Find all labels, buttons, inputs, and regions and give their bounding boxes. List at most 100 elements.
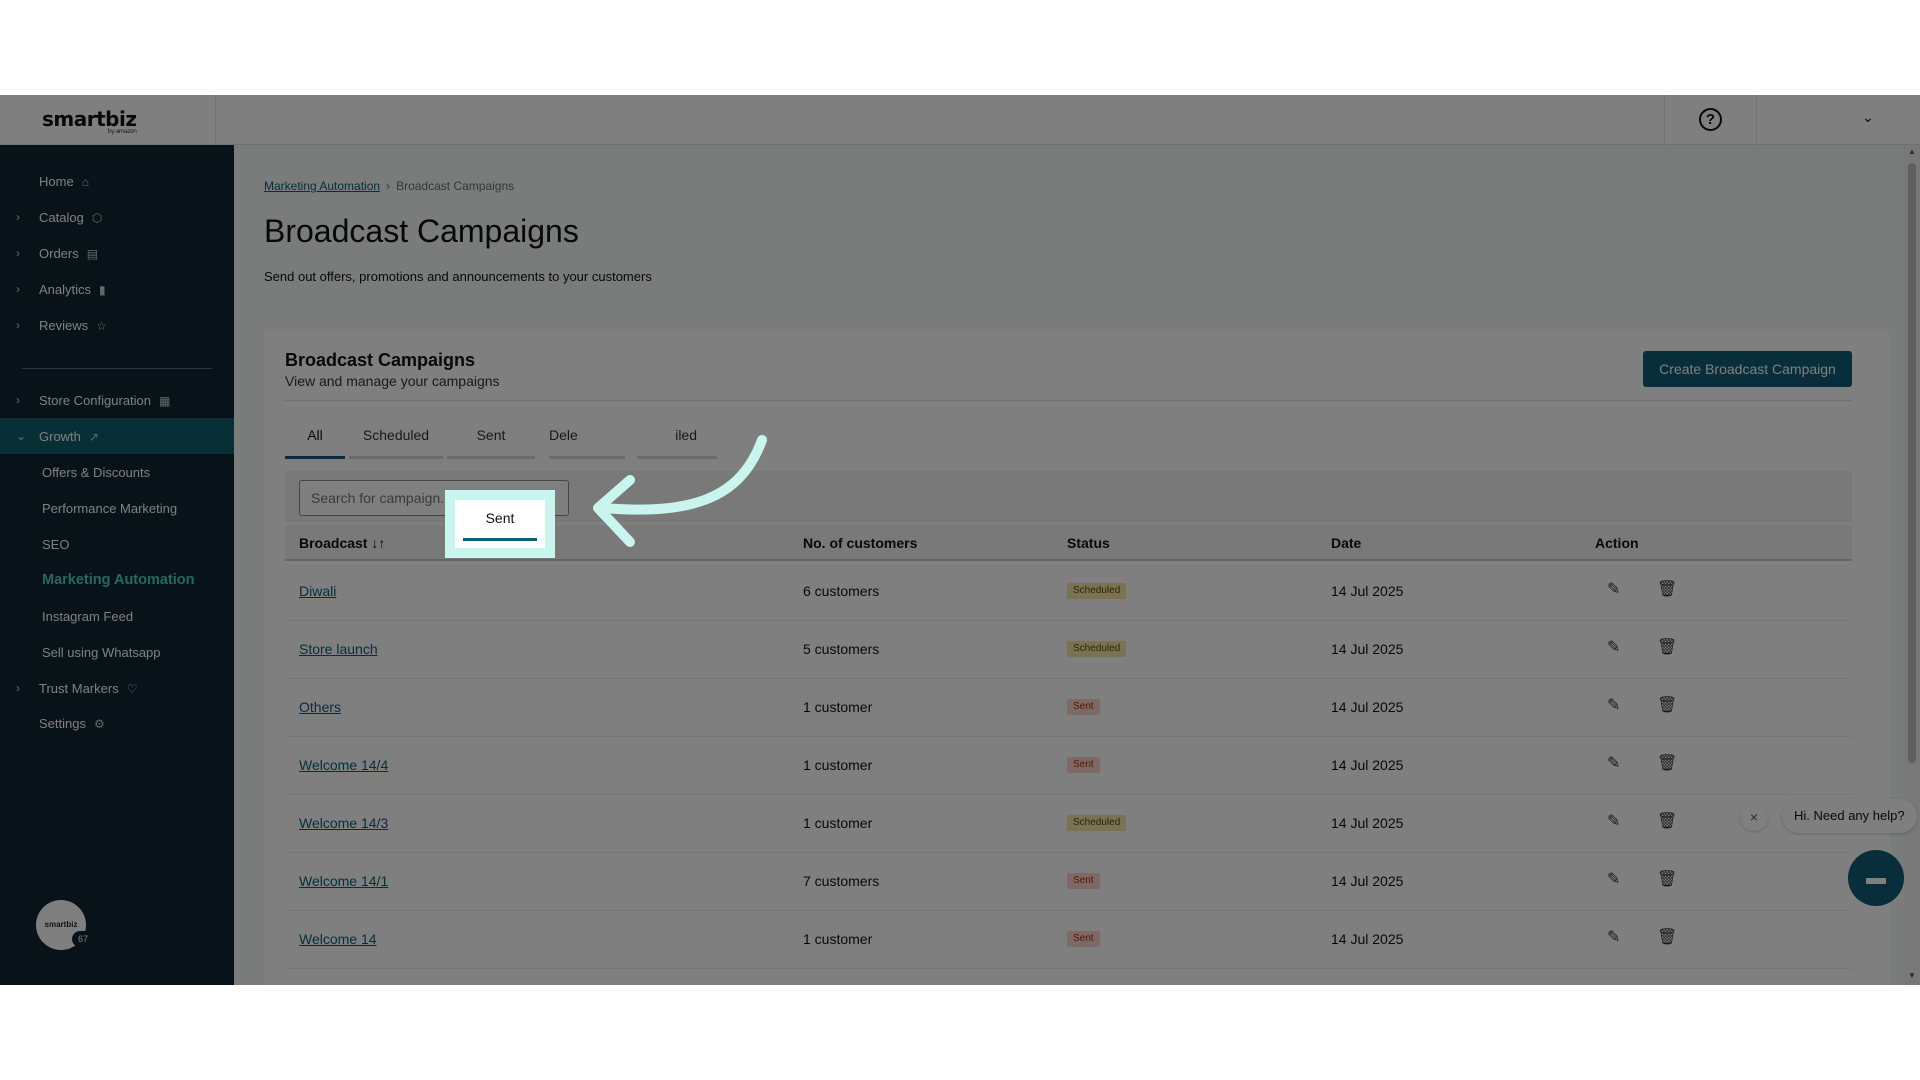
tab-sent-underline: [463, 538, 537, 541]
sidebar-item-trust-markers[interactable]: › Trust Markers ♡: [0, 670, 234, 706]
broadcast-name-link[interactable]: Welcome 14/1: [299, 873, 388, 889]
edit-pencil-icon[interactable]: ✎: [1607, 695, 1620, 715]
tab-sent-underlay[interactable]: Sent: [447, 423, 535, 459]
edit-pencil-icon[interactable]: ✎: [1607, 927, 1620, 947]
campaign-date: 14 Jul 2025: [1331, 815, 1404, 831]
breadcrumb-separator: ›: [386, 179, 391, 193]
sidebar-item-store-configuration[interactable]: › Store Configuration ▦: [0, 382, 234, 418]
delete-trash-icon[interactable]: 🗑: [1657, 811, 1677, 831]
trend-up-icon: ↗: [88, 429, 99, 444]
table-row: Welcome 14/1 7 customers Sent 14 Jul 2025 ✎ 🗑: [285, 853, 1852, 911]
column-header-status: Status: [1067, 535, 1110, 551]
campaign-date: 14 Jul 2025: [1331, 641, 1404, 657]
breadcrumb: Marketing Automation › Broadcast Campaigns: [264, 179, 514, 193]
edit-pencil-icon[interactable]: ✎: [1607, 869, 1620, 889]
sidebar-item-label: Trust Markers: [39, 680, 119, 696]
broadcast-name-link[interactable]: Others: [299, 699, 341, 715]
status-badge: Sent: [1067, 931, 1100, 947]
heart-shield-icon: ♡: [126, 681, 138, 696]
sidebar-subitem-label: Sell using Whatsapp: [42, 644, 161, 660]
delete-trash-icon[interactable]: 🗑: [1657, 869, 1677, 889]
card-title: Broadcast Campaigns: [285, 350, 476, 370]
home-icon: ⌂: [81, 174, 89, 189]
delete-trash-icon[interactable]: 🗑: [1657, 637, 1677, 657]
page-subtitle: Send out offers, promotions and announce…: [264, 269, 652, 284]
chat-close-icon[interactable]: ×: [1740, 803, 1768, 831]
breadcrumb-current: Broadcast Campaigns: [396, 179, 515, 193]
store-icon: ▦: [159, 393, 171, 408]
smartbiz-logo: smartbiz by amazon: [42, 107, 137, 135]
scroll-up-arrow-icon[interactable]: ▲: [1908, 147, 1916, 156]
tab-sent-label: Sent: [485, 510, 515, 526]
sidebar-item-label: Reviews: [39, 317, 89, 333]
broadcast-name-link[interactable]: Welcome 14/4: [299, 757, 388, 773]
chat-prompt-bubble[interactable]: Hi. Need any help?: [1782, 799, 1917, 833]
sidebar-item-analytics[interactable]: › Analytics ▮: [0, 271, 234, 307]
help-button[interactable]: ?: [1664, 95, 1757, 145]
sidebar-subitem-performance-marketing[interactable]: Performance Marketing: [0, 490, 234, 526]
sidebar-item-settings[interactable]: Settings ⚙: [0, 705, 234, 741]
tab-all[interactable]: All: [285, 423, 345, 459]
tab-scheduled[interactable]: Scheduled: [349, 423, 443, 459]
gear-icon: ⚙: [93, 716, 105, 731]
sidebar-subitem-label: SEO: [42, 536, 70, 552]
sidebar-subitem-label: Offers & Discounts: [42, 464, 151, 480]
chevron-right-icon: ›: [16, 393, 20, 407]
sidebar-subitem-seo[interactable]: SEO: [0, 526, 234, 562]
sidebar-item-label: Catalog: [39, 209, 84, 225]
sidebar-item-label: Growth: [39, 428, 81, 444]
edit-pencil-icon[interactable]: ✎: [1607, 579, 1620, 599]
account-menu-chevron-icon[interactable]: ⌄: [1862, 109, 1874, 126]
scroll-down-arrow-icon[interactable]: ▼: [1908, 971, 1916, 980]
sidebar-subitem-label: Performance Marketing: [42, 500, 178, 516]
sidebar-item-orders[interactable]: › Orders ▤: [0, 235, 234, 271]
customer-count: 7 customers: [803, 873, 880, 889]
table-row: Welcome 14/3 1 customer Scheduled 14 Jul 20…: [285, 795, 1852, 853]
delete-trash-icon[interactable]: 🗑: [1657, 695, 1677, 715]
campaign-date: 14 Jul 2025: [1331, 931, 1404, 947]
card-divider: [285, 400, 1852, 401]
customer-count: 1 customer: [803, 931, 873, 947]
sidebar-subitem-marketing-automation[interactable]: Marketing Automation: [0, 562, 234, 598]
delete-trash-icon[interactable]: 🗑: [1657, 753, 1677, 773]
sidebar-item-home[interactable]: Home ⌂: [0, 163, 234, 199]
sidebar-subitem-offers-discounts[interactable]: Offers & Discounts: [0, 454, 234, 490]
delete-trash-icon[interactable]: 🗑: [1657, 927, 1677, 947]
main-content: Marketing Automation › Broadcast Campaigns…: [234, 145, 1920, 985]
vertical-scrollbar[interactable]: ▲ ▼: [1904, 145, 1920, 985]
broadcast-name-link[interactable]: Welcome 14/3: [299, 815, 388, 831]
edit-pencil-icon[interactable]: ✎: [1607, 637, 1620, 657]
sidebar-subitem-sell-using-whatsapp[interactable]: Sell using Whatsapp: [0, 634, 234, 670]
clipboard-icon: ▤: [86, 246, 99, 261]
sidebar-item-label: Analytics: [39, 281, 92, 297]
star-icon: ☆: [96, 318, 107, 333]
create-broadcast-campaign-button[interactable]: Create Broadcast Campaign: [1643, 351, 1852, 387]
column-header-customers: No. of customers: [803, 535, 918, 551]
app-screen: smartbiz by amazon ? ⌄ Home ⌂ › Catalog ⬡ ›…: [0, 95, 1920, 985]
sidebar-subitem-instagram-feed[interactable]: Instagram Feed: [0, 598, 234, 634]
scroll-thumb[interactable]: [1908, 163, 1916, 763]
broadcast-name-link[interactable]: Diwali: [299, 583, 336, 599]
table-row: Welcome 14/4 1 customer Sent 14 Jul 2025 ✎ 🗑: [285, 737, 1852, 795]
status-badge: Sent: [1067, 873, 1100, 889]
logo-container[interactable]: smartbiz by amazon: [0, 95, 216, 145]
customer-count: 6 customers: [803, 583, 880, 599]
top-bar: smartbiz by amazon ? ⌄: [0, 95, 1920, 145]
broadcast-name-link[interactable]: Welcome 14: [299, 931, 377, 947]
sidebar-subitem-label: Instagram Feed: [42, 608, 134, 624]
edit-pencil-icon[interactable]: ✎: [1607, 811, 1620, 831]
sidebar: Home ⌂ › Catalog ⬡ › Orders ▤ › Analytics ▮ …: [0, 145, 234, 985]
sidebar-item-catalog[interactable]: › Catalog ⬡: [0, 199, 234, 235]
breadcrumb-link-marketing-automation[interactable]: Marketing Automation: [264, 179, 380, 193]
sidebar-item-growth[interactable]: ⌄ Growth ↗: [0, 418, 234, 454]
column-header-broadcast[interactable]: Broadcast ↓↑: [299, 535, 385, 551]
delete-trash-icon[interactable]: 🗑: [1657, 579, 1677, 599]
pointer-arrow-icon: [593, 435, 767, 547]
tab-sent[interactable]: Sent: [445, 490, 555, 558]
sidebar-item-reviews[interactable]: › Reviews ☆: [0, 307, 234, 343]
chat-icon[interactable]: ▬: [1848, 850, 1904, 906]
sidebar-divider: [22, 368, 212, 369]
edit-pencil-icon[interactable]: ✎: [1607, 753, 1620, 773]
broadcast-name-link[interactable]: Store launch: [299, 641, 378, 657]
help-icon: ?: [1699, 108, 1722, 131]
